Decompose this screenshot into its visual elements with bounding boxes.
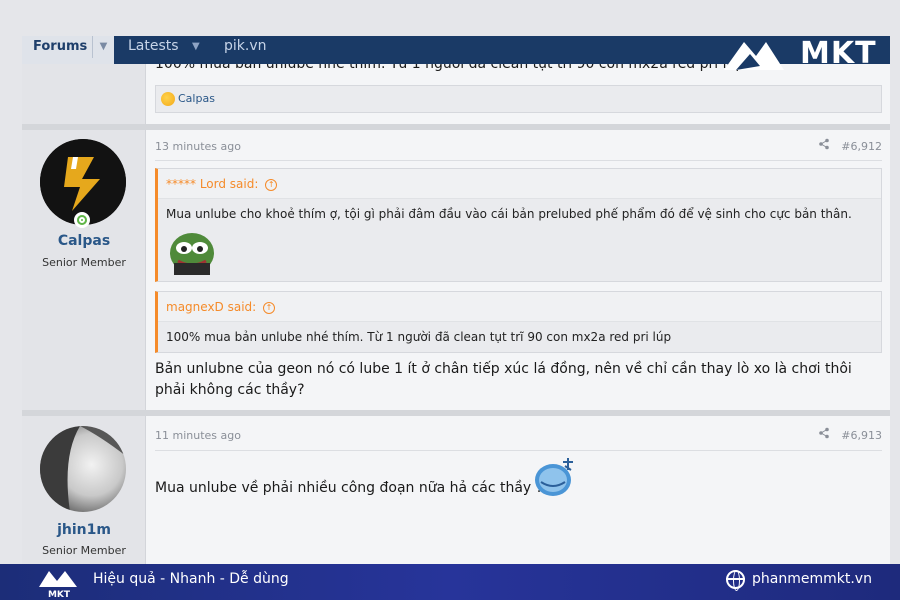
share-icon[interactable] <box>818 138 830 153</box>
post: jhin1m Senior Member 11 minutes ago #6,9… <box>22 416 890 564</box>
footer-tagline: Hiệu quả - Nhanh - Dễ dùng <box>93 571 289 587</box>
nav-pik[interactable]: pik.vn <box>224 36 267 56</box>
post-time[interactable]: 11 minutes ago <box>155 429 241 442</box>
mkt-mountain-icon <box>724 42 784 70</box>
pepe-sticker-icon <box>170 233 214 275</box>
user-title: Senior Member <box>42 544 126 557</box>
arrow-up-icon[interactable]: ↑ <box>263 301 276 314</box>
reaction-icon <box>161 92 175 106</box>
nav-forums[interactable]: Forums ▼ <box>22 36 114 64</box>
quote-body: Mua unlube cho khoẻ thím ợ, tội gì phải … <box>158 199 881 288</box>
quote-author[interactable]: ***** Lord said: <box>166 177 258 191</box>
online-status-icon <box>74 212 90 228</box>
post: Calpas Senior Member 13 minutes ago #6,9… <box>22 130 890 410</box>
post-time[interactable]: 13 minutes ago <box>155 140 241 153</box>
quote-block: magnexD said: ↑ 100% mua bản unlube nhé … <box>155 291 882 353</box>
footer-website[interactable]: phanmemmkt.vn <box>752 571 872 587</box>
forum-frame: Forums ▼ Latests ▼ pik.vn 100% mua bản u… <box>22 36 890 564</box>
post-main-cell: 11 minutes ago #6,913 Mua unlube về phải… <box>146 416 890 564</box>
chevron-down-icon[interactable]: ▼ <box>92 36 114 58</box>
nav-latest[interactable]: Latests <box>128 36 179 56</box>
post-user-cell: jhin1m Senior Member <box>22 416 146 564</box>
reaction-user[interactable]: Calpas <box>178 92 215 105</box>
arrow-up-icon[interactable]: ↑ <box>265 178 278 191</box>
quote-text: Mua unlube cho khoẻ thím ợ, tội gì phải … <box>166 207 852 221</box>
post-number[interactable]: #6,912 <box>841 140 882 153</box>
svg-text:MKT: MKT <box>48 590 71 599</box>
post-text: Mua unlube về phải nhiều công đoạn nữa h… <box>155 458 876 499</box>
quote-author[interactable]: magnexD said: <box>166 300 256 314</box>
post-text-content: Mua unlube về phải nhiều công đoạn nữa h… <box>155 480 544 496</box>
quote-text: 100% mua bản unlube nhé thím. Từ 1 người… <box>166 330 672 344</box>
quote-header[interactable]: ***** Lord said: ↑ <box>158 169 881 199</box>
post-user-cell: Calpas Senior Member <box>22 130 146 410</box>
share-icon[interactable] <box>818 427 830 442</box>
user-title: Senior Member <box>42 256 126 269</box>
quote-body: 100% mua bản unlube nhé thím. Từ 1 người… <box>158 322 881 352</box>
post-rule <box>155 160 882 161</box>
post-rule <box>155 450 882 451</box>
quote-header[interactable]: magnexD said: ↑ <box>158 292 881 322</box>
footer-bar: MKT Hiệu quả - Nhanh - Dễ dùng phanmemmk… <box>0 564 900 600</box>
mkt-footer-logo-icon: MKT <box>39 571 77 599</box>
username[interactable]: Calpas <box>22 233 146 249</box>
reaction-bar[interactable]: Calpas <box>155 85 882 113</box>
post-text: Bản unlubne của geon nó có lube 1 ít ở c… <box>155 361 852 398</box>
username[interactable]: jhin1m <box>22 522 146 538</box>
post-main-cell: 13 minutes ago #6,912 ***** Lord said: ↑… <box>146 130 890 410</box>
brand-logo: MKT <box>722 36 890 72</box>
quote-block: ***** Lord said: ↑ Mua unlube cho khoẻ t… <box>155 168 882 282</box>
avatar[interactable] <box>40 426 126 512</box>
chevron-down-icon[interactable]: ▼ <box>192 36 200 58</box>
brand-name: MKT <box>800 36 877 71</box>
nav-forums-label: Forums <box>33 39 88 54</box>
globe-icon <box>726 570 745 591</box>
emoji-sticker-icon <box>535 458 573 496</box>
post-number[interactable]: #6,913 <box>841 429 882 442</box>
avatar-photo <box>40 426 126 512</box>
